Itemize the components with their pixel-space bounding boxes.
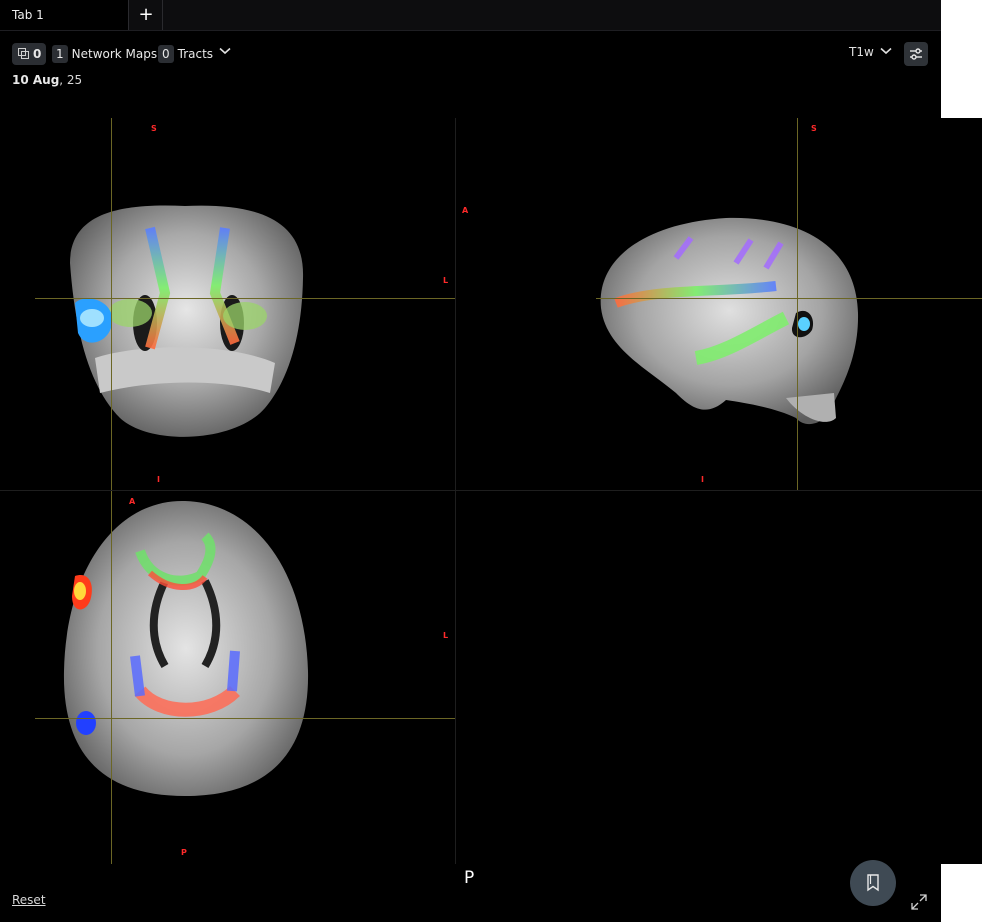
axial-crosshair-horizontal (35, 718, 455, 719)
date-year: , 25 (59, 73, 83, 87)
toolbar: 0 1 Network Maps 0 Tracts 10 Aug, 25 T1w (0, 31, 941, 91)
date-day-month: 10 Aug (12, 73, 60, 87)
add-tab-button[interactable]: + (130, 0, 163, 30)
expand-icon[interactable] (910, 893, 928, 911)
modality-value: T1w (849, 45, 874, 59)
empty-view (456, 491, 982, 864)
modality-select[interactable]: T1w (849, 45, 874, 59)
sagittal-label-superior: S (811, 124, 817, 133)
sagittal-label-anterior: A (462, 206, 469, 215)
axial-label-anterior: A (129, 497, 136, 506)
tracts-count: 0 (158, 45, 174, 63)
coronal-label-inferior: I (157, 475, 160, 484)
modality-chevron-icon[interactable] (880, 47, 892, 55)
tracts-button[interactable]: 0 Tracts (158, 43, 213, 65)
coronal-view[interactable]: S I L (0, 118, 455, 490)
network-maps-count: 1 (52, 45, 68, 63)
reset-link[interactable]: Reset (12, 893, 46, 907)
sagittal-view[interactable]: S I A (456, 118, 982, 490)
bookmark-button[interactable] (850, 860, 896, 906)
network-maps-label: Network Maps (71, 47, 158, 61)
sagittal-brain-image (600, 217, 859, 425)
orientation-label: P (464, 868, 475, 888)
axial-label-left: L (443, 631, 449, 640)
sagittal-crosshair-horizontal (596, 298, 982, 299)
tracts-label: Tracts (177, 47, 214, 61)
sagittal-crosshair-vertical (797, 118, 798, 490)
tab-bar: Tab 1 + (0, 0, 941, 31)
mri-viewer[interactable]: S I L S I A A P L (0, 118, 982, 864)
layers-count: 0 (33, 47, 42, 61)
bookmark-icon (867, 874, 879, 892)
sliders-icon (910, 48, 922, 60)
coronal-label-left: L (443, 276, 449, 285)
axial-crosshair-vertical (111, 491, 112, 864)
axial-label-posterior: P (181, 848, 187, 857)
chevron-down-icon[interactable] (219, 47, 231, 55)
axial-brain-image (63, 500, 309, 796)
layers-button[interactable]: 0 (12, 43, 46, 65)
scan-date: 10 Aug, 25 (12, 73, 82, 87)
layers-icon (18, 48, 29, 59)
axial-view[interactable]: A P L (0, 491, 455, 864)
coronal-crosshair-horizontal (35, 298, 455, 299)
network-maps-button[interactable]: 1 Network Maps (52, 43, 157, 65)
tab-1[interactable]: Tab 1 (0, 0, 129, 30)
tab-label: Tab 1 (12, 8, 44, 22)
settings-button[interactable] (904, 42, 928, 66)
coronal-crosshair-vertical (111, 118, 112, 490)
sagittal-label-inferior: I (701, 475, 704, 484)
coronal-brain-image (70, 205, 304, 437)
coronal-label-superior: S (151, 124, 157, 133)
